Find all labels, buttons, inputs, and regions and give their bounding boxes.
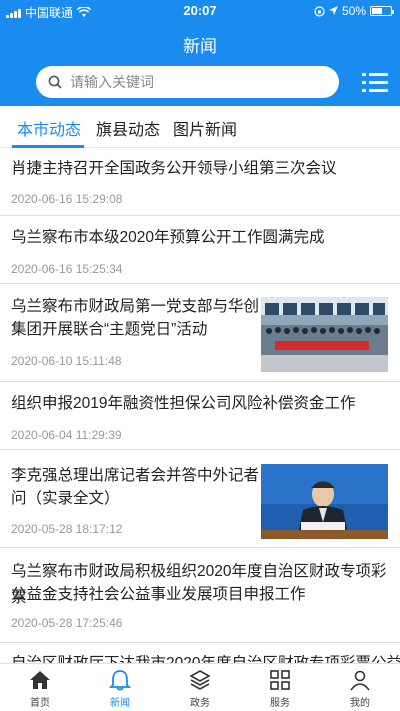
news-list: 肖捷主持召开全国政务公开领导小组第三次会议 2020-06-16 15:29:0… bbox=[0, 148, 400, 663]
news-title-line: 问（实录全文） bbox=[11, 490, 120, 507]
app-header: 中国联通 20:07 50% 新闻 bbox=[0, 0, 400, 106]
search-bar[interactable] bbox=[36, 66, 339, 98]
battery-percent: 50% bbox=[341, 4, 366, 18]
news-title: 自治区财政厅下达我市2020年度自治区财政专项彩票公益 bbox=[11, 651, 400, 663]
grid-icon bbox=[270, 670, 290, 690]
news-date: 2020-06-16 15:29:08 bbox=[11, 192, 123, 206]
search-input[interactable] bbox=[70, 74, 300, 90]
bell-icon bbox=[108, 670, 132, 691]
news-date: 2020-06-16 15:25:34 bbox=[11, 262, 123, 276]
nav-news-label: 新闻 bbox=[110, 698, 130, 709]
news-title-line: 集团开展联合“主题党日”活动 bbox=[11, 321, 208, 338]
user-icon bbox=[350, 670, 370, 691]
news-title: 乌兰察布市本级2020年预算公开工作圆满完成 bbox=[11, 229, 325, 246]
tab-photo-news[interactable]: 图片新闻 bbox=[173, 116, 237, 140]
news-date: 2020-06-10 15:11:48 bbox=[11, 354, 122, 368]
nav-services-label: 服务 bbox=[270, 698, 290, 709]
news-item[interactable]: 乌兰察布市财政局积极组织2020年度自治区财政专项彩票 公益金支持社会公益事业发… bbox=[0, 548, 400, 643]
news-title: 肖捷主持召开全国政务公开领导小组第三次会议 bbox=[11, 160, 337, 177]
news-date: 2020-05-28 17:25:46 bbox=[11, 616, 123, 630]
nav-government-label: 政务 bbox=[190, 698, 210, 709]
nav-news[interactable]: 新闻 bbox=[90, 668, 150, 709]
orientation-lock-icon bbox=[314, 5, 325, 17]
news-title: 组织申报2019年融资性担保公司风险补偿资金工作 bbox=[11, 395, 356, 412]
status-bar: 中国联通 20:07 50% bbox=[0, 0, 400, 22]
nav-profile-label: 我的 bbox=[350, 698, 370, 709]
nav-profile[interactable]: 我的 bbox=[330, 668, 390, 709]
search-icon bbox=[48, 75, 62, 89]
nav-services[interactable]: 服务 bbox=[250, 668, 310, 709]
bottom-nav: 首页 新闻 政务 服务 我的 bbox=[0, 663, 400, 711]
news-item[interactable]: 乌兰察布市财政局第一党支部与华创 集团开展联合“主题党日”活动 2020-06-… bbox=[0, 284, 400, 382]
home-icon bbox=[30, 671, 50, 689]
news-item[interactable]: 组织申报2019年融资性担保公司风险补偿资金工作 2020-06-04 11:2… bbox=[0, 382, 400, 450]
news-title-line: 公益金支持社会公益事业发展项目申报工作 bbox=[11, 586, 306, 603]
news-thumbnail-press-conference-photo bbox=[261, 464, 388, 539]
nav-government[interactable]: 政务 bbox=[170, 668, 230, 709]
battery-icon bbox=[370, 6, 394, 16]
news-item[interactable]: 肖捷主持召开全国政务公开领导小组第三次会议 2020-06-16 15:29:0… bbox=[0, 148, 400, 216]
news-date: 2020-06-04 11:29:39 bbox=[11, 428, 122, 442]
location-icon bbox=[328, 6, 338, 15]
page-title: 新闻 bbox=[183, 37, 217, 56]
layers-icon bbox=[189, 670, 211, 690]
tab-local-news[interactable]: 本市动态 bbox=[17, 116, 81, 140]
menu-list-icon[interactable] bbox=[362, 70, 388, 94]
nav-home[interactable]: 首页 bbox=[10, 668, 70, 709]
news-thumbnail-group-photo bbox=[261, 297, 388, 372]
tab-county-news[interactable]: 旗县动态 bbox=[96, 116, 160, 140]
news-item[interactable]: 乌兰察布市本级2020年预算公开工作圆满完成 2020-06-16 15:25:… bbox=[0, 216, 400, 284]
news-date: 2020-05-28 18:17:12 bbox=[11, 522, 123, 536]
category-tabs: 本市动态 旗县动态 图片新闻 bbox=[0, 106, 400, 148]
nav-home-label: 首页 bbox=[30, 698, 50, 709]
news-item[interactable]: 自治区财政厅下达我市2020年度自治区财政专项彩票公益 bbox=[0, 643, 400, 663]
news-item[interactable]: 李克强总理出席记者会并答中外记者 问（实录全文） 2020-05-28 18:1… bbox=[0, 450, 400, 548]
